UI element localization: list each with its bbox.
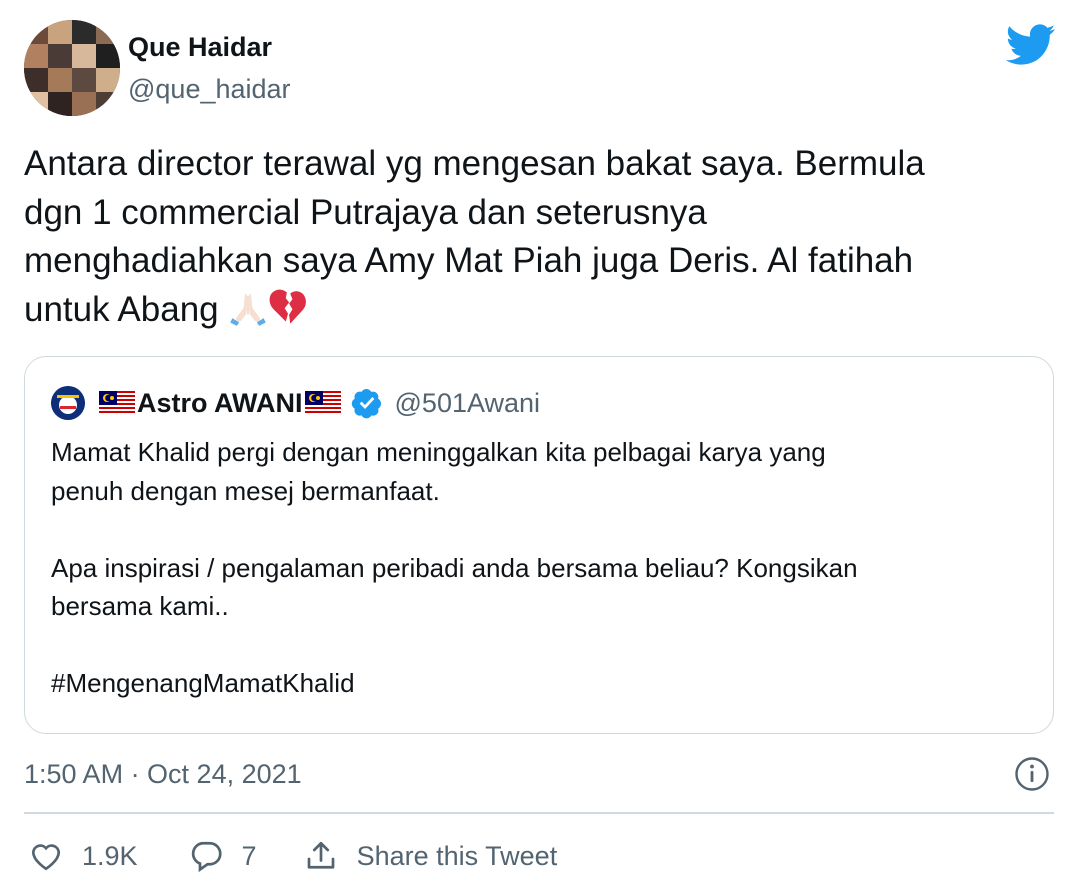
like-heart-icon[interactable] [28,838,64,874]
quoted-author-name[interactable]: Astro AWANI [137,386,303,420]
quoted-author-avatar[interactable] [51,386,85,420]
reply-count[interactable]: 7 [242,841,257,872]
quoted-tweet-card[interactable]: Astro AWANI @501Awani Mamat Khalid pergi… [24,356,1054,734]
twitter-bird-icon[interactable] [1006,24,1056,66]
divider [24,812,1054,814]
malaysia-logo-icon [51,386,85,420]
author-name[interactable]: Que Haidar [128,30,272,64]
reply-bubble-icon[interactable] [188,838,224,874]
tweet-timestamp[interactable]: 1:50 AM · Oct 24, 2021 [24,756,302,792]
malaysia-flag-icon [99,391,135,415]
tweet-text-content: Antara director terawal yg mengesan baka… [24,144,925,329]
tweet-actions-bar: 1.9K 7 Share this Tweet [28,834,557,878]
share-tweet-button[interactable]: Share this Tweet [357,841,558,872]
share-icon[interactable] [303,838,339,874]
broken-heart-icon [269,289,307,324]
verified-badge-icon [351,389,381,419]
like-count[interactable]: 1.9K [82,841,138,872]
quoted-tweet-header: Astro AWANI @501Awani [51,385,540,421]
tweet-text: Antara director terawal yg mengesan baka… [24,140,1054,334]
author-handle[interactable]: @que_haidar [128,72,291,106]
quoted-tweet-text: Mamat Khalid pergi dengan meninggalkan k… [51,437,858,698]
quoted-author-handle[interactable]: @501Awani [395,386,541,420]
folded-hands-icon [230,293,267,326]
info-icon[interactable] [1014,756,1050,792]
malaysia-flag-icon [304,391,341,415]
author-avatar[interactable] [24,20,120,116]
